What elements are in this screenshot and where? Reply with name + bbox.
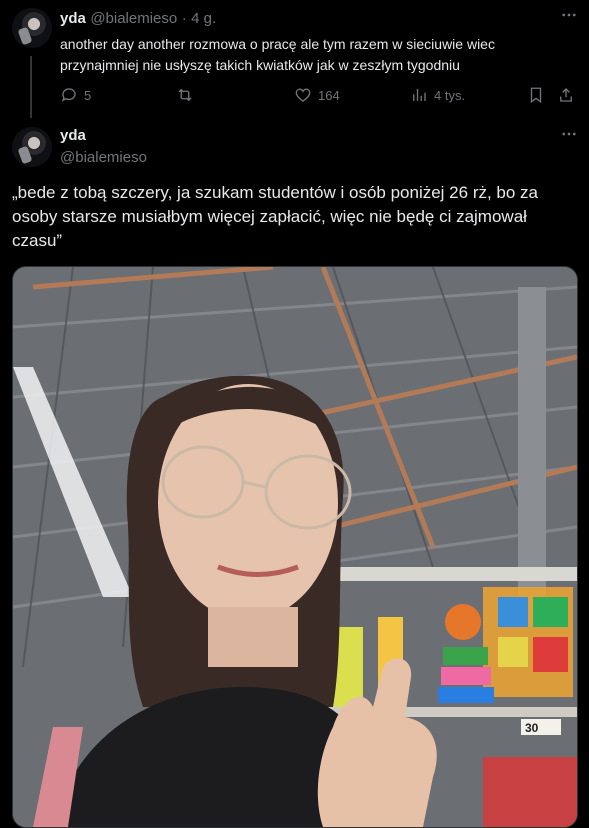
retweet-button[interactable]	[176, 84, 200, 106]
avatar[interactable]	[12, 8, 52, 48]
reply-count: 5	[84, 87, 92, 103]
bookmark-button[interactable]	[527, 84, 545, 106]
tweet-text: another day another rozmowa o pracę ale …	[60, 36, 495, 73]
separator: ·	[181, 10, 187, 27]
thread-line	[30, 56, 32, 118]
reply-icon	[61, 88, 76, 102]
retweet-icon	[178, 88, 192, 102]
views-button[interactable]: 4 tys.	[410, 84, 465, 106]
display-name[interactable]: yda	[60, 127, 86, 144]
views-count: 4 tys.	[434, 87, 466, 103]
like-button[interactable]: 164	[294, 84, 340, 106]
handle[interactable]: @bialemieso	[90, 10, 177, 27]
share-button[interactable]	[557, 84, 575, 106]
handle[interactable]: @bialemieso	[60, 149, 147, 166]
more-horizontal-icon[interactable]	[560, 125, 578, 148]
views-icon	[413, 89, 426, 101]
tweet-2[interactable]: yda @bialemieso „bede z tobą szczery, ja…	[0, 113, 589, 828]
more-horizontal-icon[interactable]	[560, 6, 578, 29]
tweet-photo[interactable]: 30	[12, 266, 578, 828]
price-tag: 30	[525, 721, 539, 735]
tweet-actions: 5 164 4 tys.	[60, 84, 580, 106]
share-icon	[560, 88, 572, 102]
display-name[interactable]: yda	[60, 10, 86, 27]
avatar[interactable]	[12, 127, 52, 167]
timestamp[interactable]: 4 g.	[191, 10, 216, 27]
heart-icon	[295, 88, 311, 102]
like-count: 164	[318, 87, 340, 103]
reply-button[interactable]: 5	[60, 84, 91, 106]
tweet-1[interactable]: yda @bialemieso · 4 g. another day anoth…	[0, 0, 589, 118]
tweet-text: „bede z tobą szczery, ja szukam studentó…	[12, 183, 539, 250]
tweet-header: yda @bialemieso · 4 g.	[60, 10, 216, 28]
bookmark-icon	[530, 87, 542, 104]
